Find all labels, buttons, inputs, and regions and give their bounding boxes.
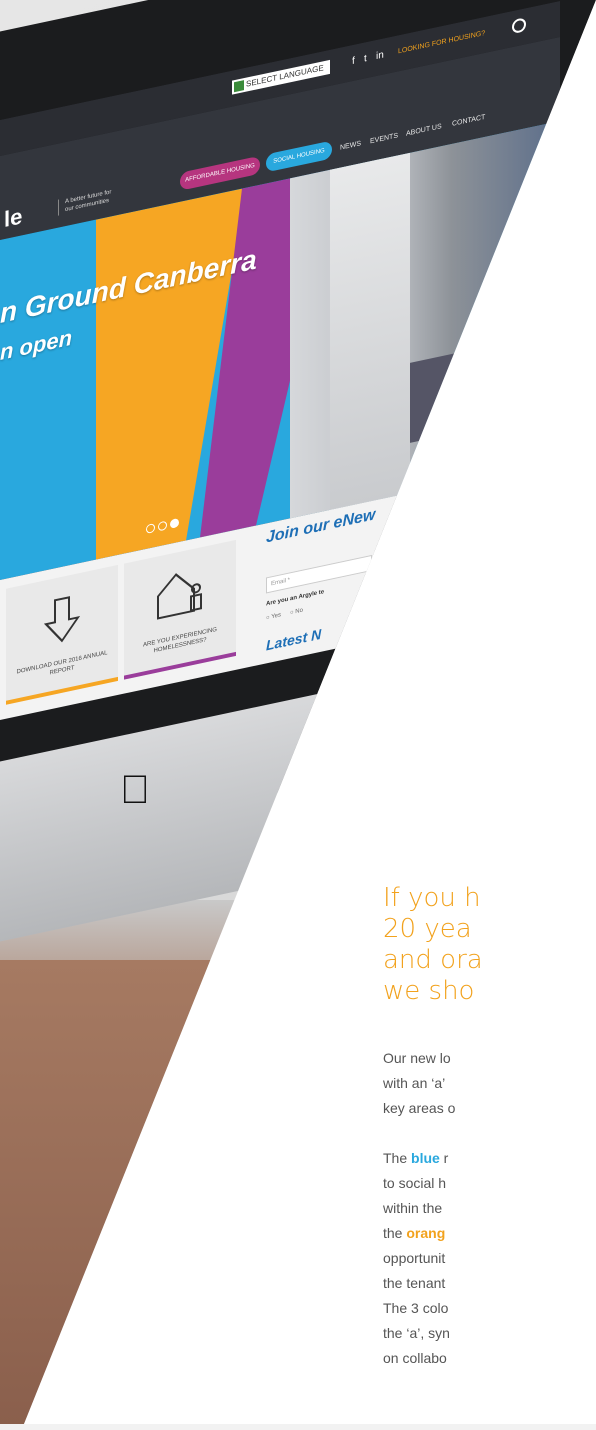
para2-prefix2: the — [383, 1225, 407, 1241]
homelessness-label: ARE YOU EXPERIENCING HOMELESSNESS? — [143, 626, 217, 655]
social-housing-button[interactable]: SOCIAL HOUSING — [266, 140, 332, 173]
para2-line-6: the tenant — [383, 1275, 446, 1291]
site-tagline: A better future for our communities — [58, 187, 115, 216]
site-logo[interactable]: le — [4, 203, 22, 233]
headline-line-1: If you h — [383, 883, 481, 913]
linkedin-icon[interactable]: in — [376, 48, 384, 64]
no-label: No — [295, 607, 303, 616]
para2-line-8: the ‘a’, syn — [383, 1325, 450, 1341]
facebook-icon[interactable]: f — [352, 55, 355, 70]
google-translate-icon — [234, 80, 244, 93]
para2-line-2: to social h — [383, 1175, 447, 1191]
para2-line-1: The blue r — [383, 1146, 596, 1171]
tenant-yes-radio[interactable]: ○ Yes — [266, 612, 281, 621]
affordable-housing-button[interactable]: AFFORDABLE HOUSING — [180, 155, 260, 191]
headline-line-2: 20 yea — [383, 914, 472, 944]
keyword-blue: blue — [411, 1150, 440, 1166]
nav-news[interactable]: NEWS — [340, 140, 361, 151]
para2-after: r — [439, 1150, 449, 1166]
twitter-icon[interactable]: t — [364, 52, 367, 67]
para2-line-3: within the — [383, 1200, 443, 1216]
building-wing — [330, 152, 410, 510]
nav-events[interactable]: EVENTS — [370, 132, 398, 145]
headline-line-3: and ora — [383, 945, 483, 975]
download-arrow-icon — [44, 596, 80, 643]
para2-line-5: opportunit — [383, 1250, 446, 1266]
house-person-icon — [157, 573, 202, 620]
homelessness-card[interactable]: ARE YOU EXPERIENCING HOMELESSNESS? — [124, 539, 236, 680]
annual-report-card[interactable]: DOWNLOAD OUR 2016 ANNUAL REPORT — [6, 564, 118, 705]
yes-label: Yes — [271, 612, 281, 621]
para1-line-2: with an ‘a’ — [383, 1075, 446, 1091]
search-icon[interactable] — [512, 17, 526, 35]
nav-contact[interactable]: CONTACT — [452, 114, 485, 128]
keyword-orange: orang — [406, 1225, 446, 1241]
tenant-no-radio[interactable]: ○ No — [290, 608, 303, 617]
latest-news-heading: Latest N — [266, 625, 322, 654]
annual-report-label: DOWNLOAD OUR 2016 ANNUAL REPORT — [16, 650, 108, 677]
para2-line-7: The 3 colo — [383, 1300, 449, 1316]
para1-line-1: Our new lo — [383, 1050, 451, 1066]
para2-prefix: The — [383, 1150, 412, 1166]
para2-line-9: on collabo — [383, 1350, 447, 1366]
apple-logo-icon:  — [115, 768, 155, 812]
para2-line-4: the orang — [383, 1221, 596, 1246]
tenant-question: Are you an Argyle te — [266, 589, 325, 608]
para1-line-3: key areas o — [383, 1100, 456, 1116]
email-field[interactable]: Email * — [266, 554, 372, 594]
headline-line-4: we sho — [383, 976, 475, 1006]
nav-about-us[interactable]: ABOUT US — [406, 123, 442, 138]
